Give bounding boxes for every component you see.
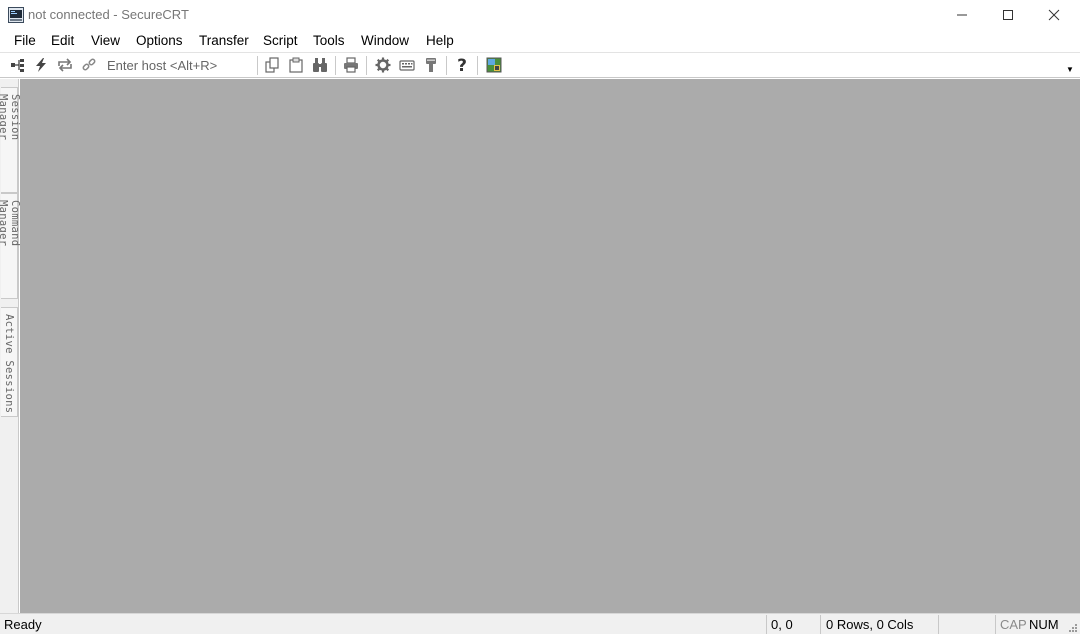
menu-script[interactable]: Script [263,33,298,48]
map-icon[interactable] [485,56,503,74]
status-divider [766,615,767,634]
sftp-icon[interactable] [422,56,440,74]
close-button[interactable] [1031,0,1077,30]
tab-command-manager-label: Command Manager [0,200,21,247]
tab-session-manager[interactable]: Session Manager [0,87,21,193]
status-caps-lock: CAP [1000,617,1027,632]
status-bar: Ready 0, 0 0 Rows, 0 Cols CAP NUM [0,613,1080,634]
window-title: not connected - SecureCRT [28,7,189,22]
menu-tools[interactable]: Tools [313,33,345,48]
minimize-button[interactable] [939,0,985,30]
print-icon[interactable] [342,56,360,74]
menu-help[interactable]: Help [426,33,454,48]
menu-window[interactable]: Window [361,33,409,48]
maximize-button[interactable] [985,0,1031,30]
keymap-icon[interactable] [398,56,416,74]
toolbar-overflow-icon[interactable]: ▼ [1066,65,1074,74]
toolbar-separator [335,56,336,75]
menu-edit[interactable]: Edit [51,33,74,48]
menu-file[interactable]: File [14,33,36,48]
tab-active-sessions[interactable]: Active Sessions [1,307,18,417]
status-divider [820,615,821,634]
status-cursor-position: 0, 0 [771,617,793,632]
side-tab-strip: Session Manager Command Manager Active S… [0,79,21,613]
tab-session-manager-label: Session Manager [0,94,21,141]
disconnect-icon[interactable] [80,56,98,74]
menu-transfer[interactable]: Transfer [199,33,249,48]
status-num-lock: NUM [1029,617,1059,632]
tab-active-sessions-label: Active Sessions [3,314,15,414]
session-workspace[interactable] [20,79,1080,613]
securecrt-app-icon[interactable] [8,7,24,23]
tab-command-manager[interactable]: Command Manager [0,193,21,299]
resize-grip-icon[interactable] [1066,621,1078,633]
status-divider [938,615,939,634]
quick-connect-icon[interactable] [32,56,50,74]
toolbar-separator [446,56,447,75]
status-terminal-size: 0 Rows, 0 Cols [826,617,914,632]
find-icon[interactable] [311,56,329,74]
status-ready: Ready [4,617,42,632]
paste-icon[interactable] [287,56,305,74]
connect-icon[interactable] [9,56,27,74]
svg-text:?: ? [457,56,467,74]
toolbar-separator [366,56,367,75]
host-input[interactable] [104,56,252,75]
menu-view[interactable]: View [91,33,120,48]
reconnect-icon[interactable] [56,56,74,74]
status-divider [995,615,996,634]
toolbar-separator [477,56,478,75]
copy-icon[interactable] [263,56,281,74]
help-icon[interactable]: ? [453,56,471,74]
toolbar: ? ▼ [0,53,1080,78]
menu-options[interactable]: Options [136,33,183,48]
title-bar: not connected - SecureCRT [0,0,1080,30]
session-options-icon[interactable] [374,56,392,74]
menu-bar: File Edit View Options Transfer Script T… [0,30,1080,53]
toolbar-separator [257,56,258,75]
